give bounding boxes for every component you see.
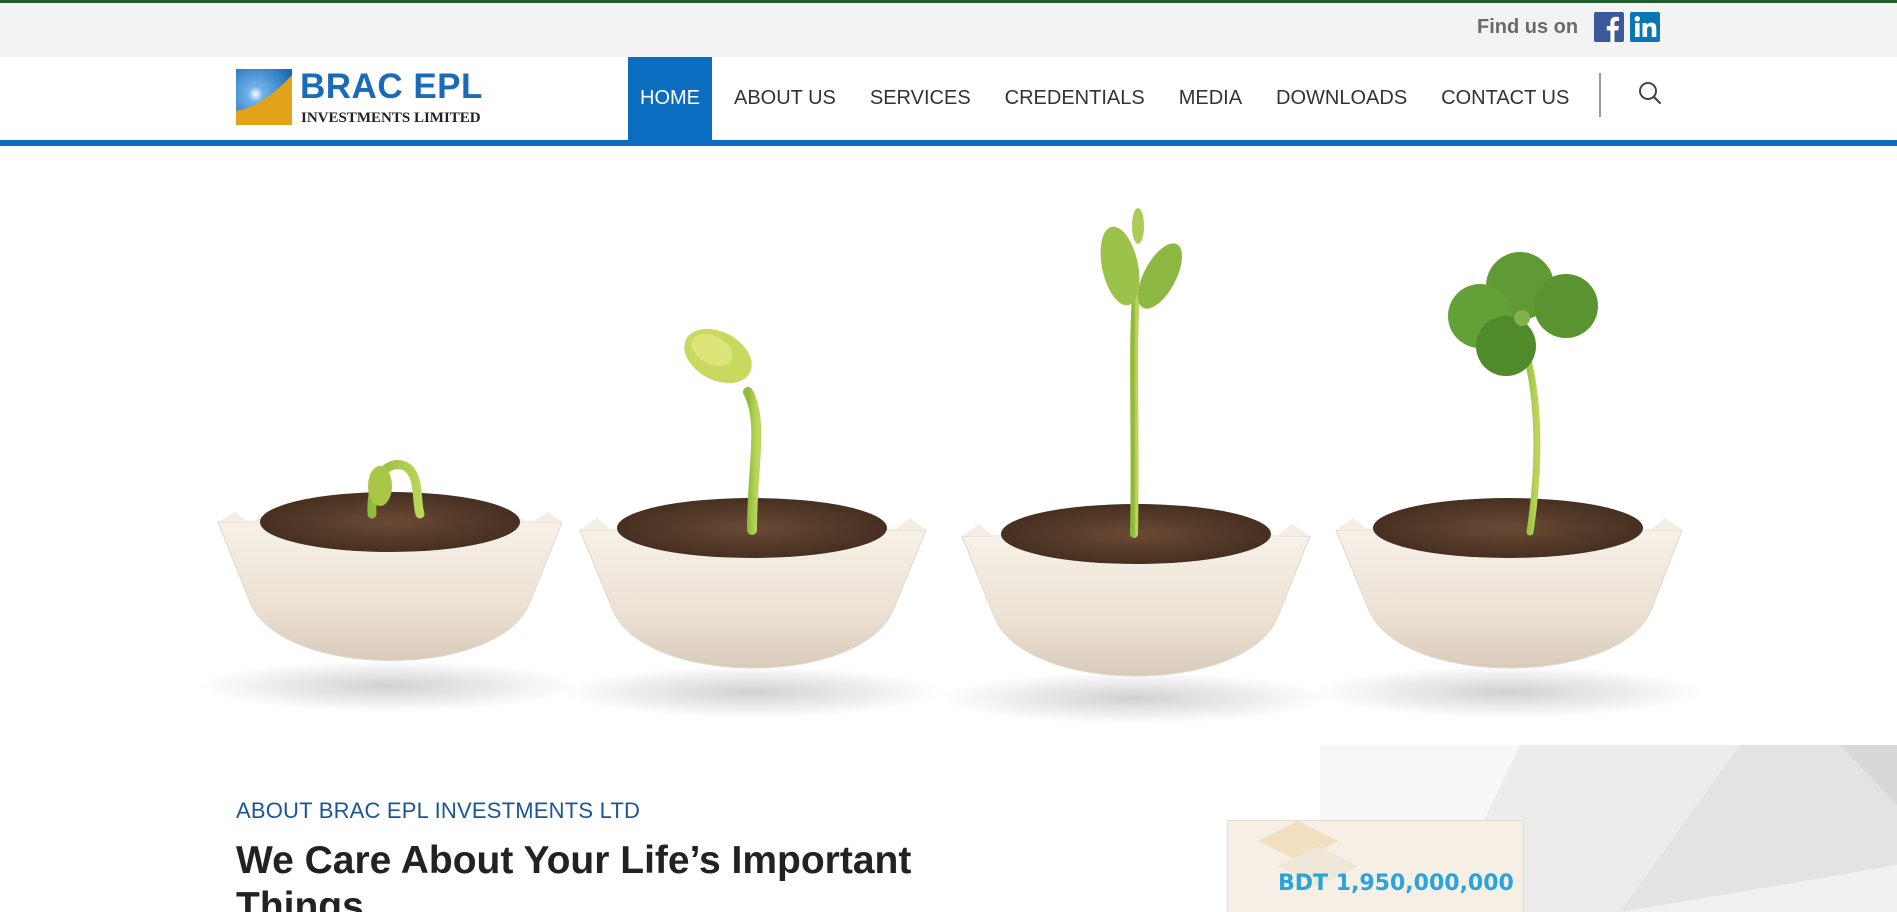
nav-contact-us[interactable]: CONTACT US bbox=[1428, 57, 1582, 140]
facebook-link[interactable] bbox=[1594, 12, 1624, 42]
main-nav: HOME ABOUT US SERVICES CREDENTIALS MEDIA… bbox=[628, 57, 1590, 140]
nav-media[interactable]: MEDIA bbox=[1166, 57, 1255, 140]
nav-credentials[interactable]: CREDENTIALS bbox=[992, 57, 1158, 140]
nav-downloads[interactable]: DOWNLOADS bbox=[1263, 57, 1420, 140]
hero-banner bbox=[0, 146, 1897, 746]
stat-card: BDT 1,950,000,000 bbox=[1227, 820, 1524, 912]
facebook-icon bbox=[1606, 16, 1619, 42]
linkedin-link[interactable] bbox=[1630, 12, 1660, 42]
nav-about-us[interactable]: ABOUT US bbox=[721, 57, 849, 140]
about-kicker: ABOUT BRAC EPL INVESTMENTS LTD bbox=[236, 798, 641, 823]
linkedin-icon bbox=[1634, 16, 1657, 37]
seedlings-image bbox=[198, 208, 1703, 724]
search-button[interactable] bbox=[1636, 80, 1664, 108]
find-us-label: Find us on bbox=[1477, 16, 1579, 38]
nav-home[interactable]: HOME bbox=[628, 57, 712, 140]
stat-card-decoration bbox=[1258, 821, 1358, 886]
logo-title: BRAC EPL bbox=[300, 67, 483, 106]
logo-mark-icon bbox=[236, 69, 292, 125]
about-title: We Care About Your Life’s Important Thin… bbox=[236, 839, 912, 912]
nav-divider bbox=[1599, 73, 1601, 117]
nav-services[interactable]: SERVICES bbox=[857, 57, 984, 140]
stat-value: BDT 1,950,000,000 bbox=[1278, 871, 1514, 896]
search-icon bbox=[1639, 82, 1662, 105]
logo-subtitle: INVESTMENTS LIMITED bbox=[301, 110, 481, 126]
brand-logo[interactable]: BRAC EPL INVESTMENTS LIMITED bbox=[236, 68, 488, 128]
